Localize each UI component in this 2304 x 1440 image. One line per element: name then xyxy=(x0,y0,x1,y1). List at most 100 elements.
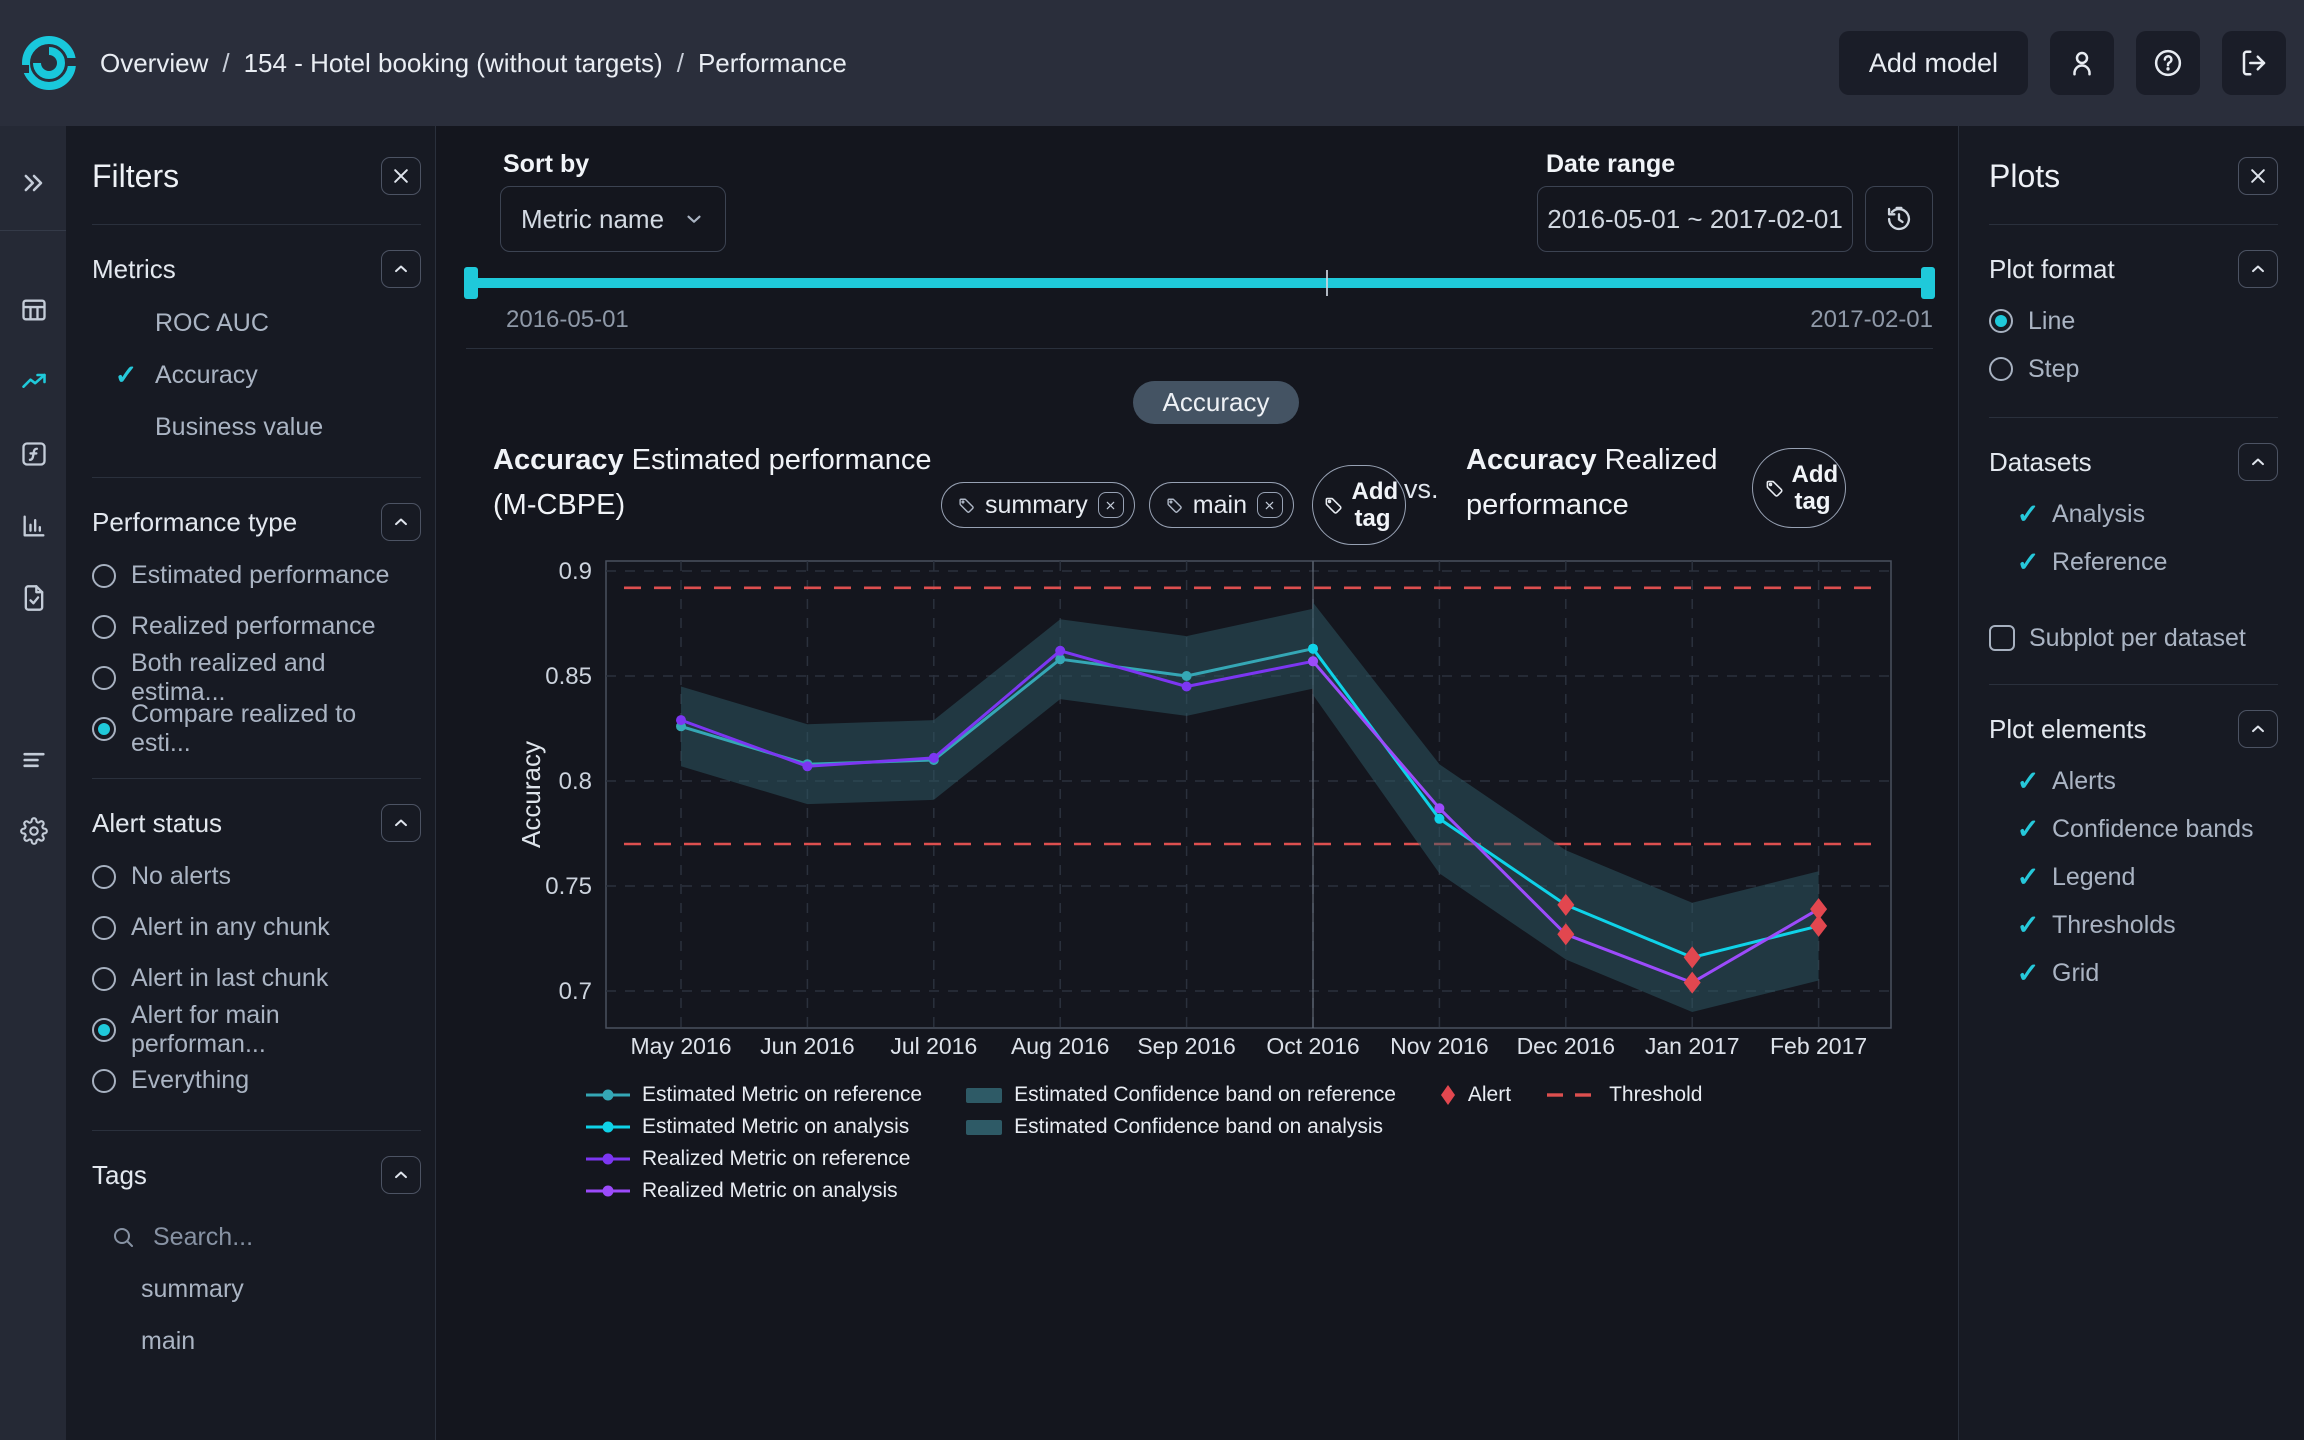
radio-compare-realized-estimated[interactable]: Compare realized to esti... xyxy=(92,700,421,757)
metric-chip-accuracy[interactable]: Accuracy xyxy=(1133,381,1299,424)
dataset-item-analysis[interactable]: Analysis xyxy=(1989,490,2278,538)
tag-pill-summary[interactable]: summary xyxy=(941,482,1135,528)
radio-alert-any-chunk[interactable]: Alert in any chunk xyxy=(92,902,421,953)
plot-format-section-title: Plot format xyxy=(1989,253,2115,284)
slider-end-label: 2017-02-01 xyxy=(1810,306,1933,333)
legend-label: Realized Metric on analysis xyxy=(642,1179,898,1202)
y-tick-label: 0.85 xyxy=(545,663,592,690)
data-point xyxy=(676,715,686,726)
radio-label: Everything xyxy=(131,1066,250,1094)
datasets-collapse-button[interactable] xyxy=(2238,443,2278,481)
sort-by-select[interactable]: Metric name xyxy=(500,186,726,252)
tag-filter-main[interactable]: main xyxy=(92,1315,421,1367)
legend-item[interactable]: Estimated Metric on reference xyxy=(586,1083,922,1106)
dataset-label: Reference xyxy=(2052,547,2168,576)
rail-summary-table-button[interactable] xyxy=(17,293,51,327)
tags-collapse-button[interactable] xyxy=(381,1156,421,1194)
dataset-item-reference[interactable]: Reference xyxy=(1989,538,2278,586)
plots-panel: Plots Plot format Line Step Datasets ✓ A… xyxy=(1958,126,2304,1440)
radio-alert-main-performance[interactable]: Alert for main performan... xyxy=(92,1001,421,1058)
section-divider xyxy=(92,224,421,225)
legend-item[interactable]: Realized Metric on analysis xyxy=(586,1179,922,1202)
date-range-input[interactable] xyxy=(1537,186,1853,252)
toolbar-divider xyxy=(466,348,1933,349)
plot-element-thresholds[interactable]: Thresholds xyxy=(1989,901,2278,949)
slider-handle-left[interactable] xyxy=(464,267,478,299)
help-button[interactable] xyxy=(2136,31,2200,95)
legend-item[interactable]: Estimated Confidence band on reference xyxy=(966,1083,1396,1106)
breadcrumb-separator: / xyxy=(222,47,230,78)
rail-settings-button[interactable] xyxy=(17,814,51,848)
y-tick-label: 0.8 xyxy=(559,768,592,795)
user-account-button[interactable] xyxy=(2050,31,2114,95)
slider-handle-right[interactable] xyxy=(1921,267,1935,299)
tags-search-input[interactable] xyxy=(151,1221,331,1253)
check-icon xyxy=(2017,862,2040,892)
performance-type-collapse-button[interactable] xyxy=(381,503,421,541)
plots-close-button[interactable] xyxy=(2238,157,2278,195)
plot-elements-collapse-button[interactable] xyxy=(2238,710,2278,748)
plot-element-confidence-bands[interactable]: Confidence bands xyxy=(1989,805,2278,853)
radio-everything[interactable]: Everything xyxy=(92,1055,421,1106)
radio-label: Alert in last chunk xyxy=(131,964,329,992)
alert-status-collapse-button[interactable] xyxy=(381,804,421,842)
metric-item-business-value[interactable]: Business value xyxy=(92,401,421,453)
plot-format-collapse-button[interactable] xyxy=(2238,250,2278,288)
plot-element-alerts[interactable]: Alerts xyxy=(1989,757,2278,805)
radio-realized-performance[interactable]: Realized performance xyxy=(92,601,421,652)
add-model-button[interactable]: Add model xyxy=(1838,31,2028,95)
add-tag-button-left[interactable]: Add tag xyxy=(1311,465,1406,545)
legend-item-alert[interactable]: Alert xyxy=(1440,1083,1511,1106)
radio-plot-format-step[interactable]: Step xyxy=(1989,345,2278,393)
legend-item[interactable]: Estimated Confidence band on analysis xyxy=(966,1115,1396,1138)
radio-alert-last-chunk[interactable]: Alert in last chunk xyxy=(92,953,421,1004)
breadcrumb-model[interactable]: 154 - Hotel booking (without targets) xyxy=(244,48,663,79)
metrics-collapse-button[interactable] xyxy=(381,250,421,288)
breadcrumb-performance[interactable]: Performance xyxy=(698,48,847,79)
rail-data-quality-button[interactable] xyxy=(17,581,51,615)
rail-performance-button[interactable] xyxy=(17,365,51,399)
expand-sidebar-button[interactable] xyxy=(17,166,51,200)
radio-estimated-performance[interactable]: Estimated performance xyxy=(92,550,421,601)
rail-distribution-button[interactable] xyxy=(17,509,51,543)
vs-label: vs. xyxy=(1404,474,1439,504)
tag-pill-main[interactable]: main xyxy=(1148,482,1294,528)
add-tag-button-right[interactable]: Add tag xyxy=(1752,448,1846,528)
filters-close-button[interactable] xyxy=(381,157,421,195)
tag-label: summary xyxy=(985,490,1088,519)
remove-tag-button[interactable] xyxy=(1256,492,1283,518)
chevron-up-icon xyxy=(395,518,407,526)
performance-line-chart[interactable]: 0.7 0.75 0.8 0.85 0.9 May 2016 Jun 2016 Jul 201… xyxy=(436,546,1958,1066)
radio-both-realized-estimated[interactable]: Both realized and estima... xyxy=(92,649,421,706)
nannyml-logo-icon[interactable] xyxy=(20,34,78,92)
legend-item[interactable]: Realized Metric on reference xyxy=(586,1147,922,1170)
subplot-per-dataset-toggle[interactable]: Subplot per dataset xyxy=(1989,616,2278,660)
tag-icon xyxy=(1766,480,1783,497)
date-range-slider-track[interactable] xyxy=(464,267,1935,299)
x-tick-label: Jan 2017 xyxy=(1645,1033,1740,1059)
rail-logs-button[interactable] xyxy=(17,743,51,777)
plot-elements-section-title: Plot elements xyxy=(1989,713,2147,744)
legend-item[interactable]: Estimated Metric on analysis xyxy=(586,1115,922,1138)
breadcrumb-overview[interactable]: Overview xyxy=(100,48,208,79)
section-divider xyxy=(1989,684,2278,685)
remove-tag-button[interactable] xyxy=(1097,492,1124,518)
metric-item-accuracy[interactable]: Accuracy xyxy=(92,349,421,401)
radio-plot-format-line[interactable]: Line xyxy=(1989,297,2278,345)
plot-element-legend[interactable]: Legend xyxy=(1989,853,2278,901)
y-tick-label: 0.75 xyxy=(545,873,592,900)
legend-band-swatch xyxy=(966,1119,1003,1135)
checkbox-label: Subplot per dataset xyxy=(2029,623,2246,652)
tag-filter-summary[interactable]: summary xyxy=(92,1263,421,1315)
plot-element-label: Legend xyxy=(2052,862,2136,891)
radio-no-alerts[interactable]: No alerts xyxy=(92,851,421,902)
check-icon xyxy=(2017,547,2040,577)
plot-element-grid[interactable]: Grid xyxy=(1989,949,2278,997)
radio-label: Estimated performance xyxy=(131,561,390,589)
reset-date-range-button[interactable] xyxy=(1865,186,1933,252)
legend-item-threshold[interactable]: Threshold xyxy=(1547,1083,1702,1106)
x-tick-label: Oct 2016 xyxy=(1266,1033,1359,1059)
logout-button[interactable] xyxy=(2222,31,2286,95)
rail-concept-drift-button[interactable] xyxy=(17,437,51,471)
metric-item-roc-auc[interactable]: ROC AUC xyxy=(92,297,421,349)
